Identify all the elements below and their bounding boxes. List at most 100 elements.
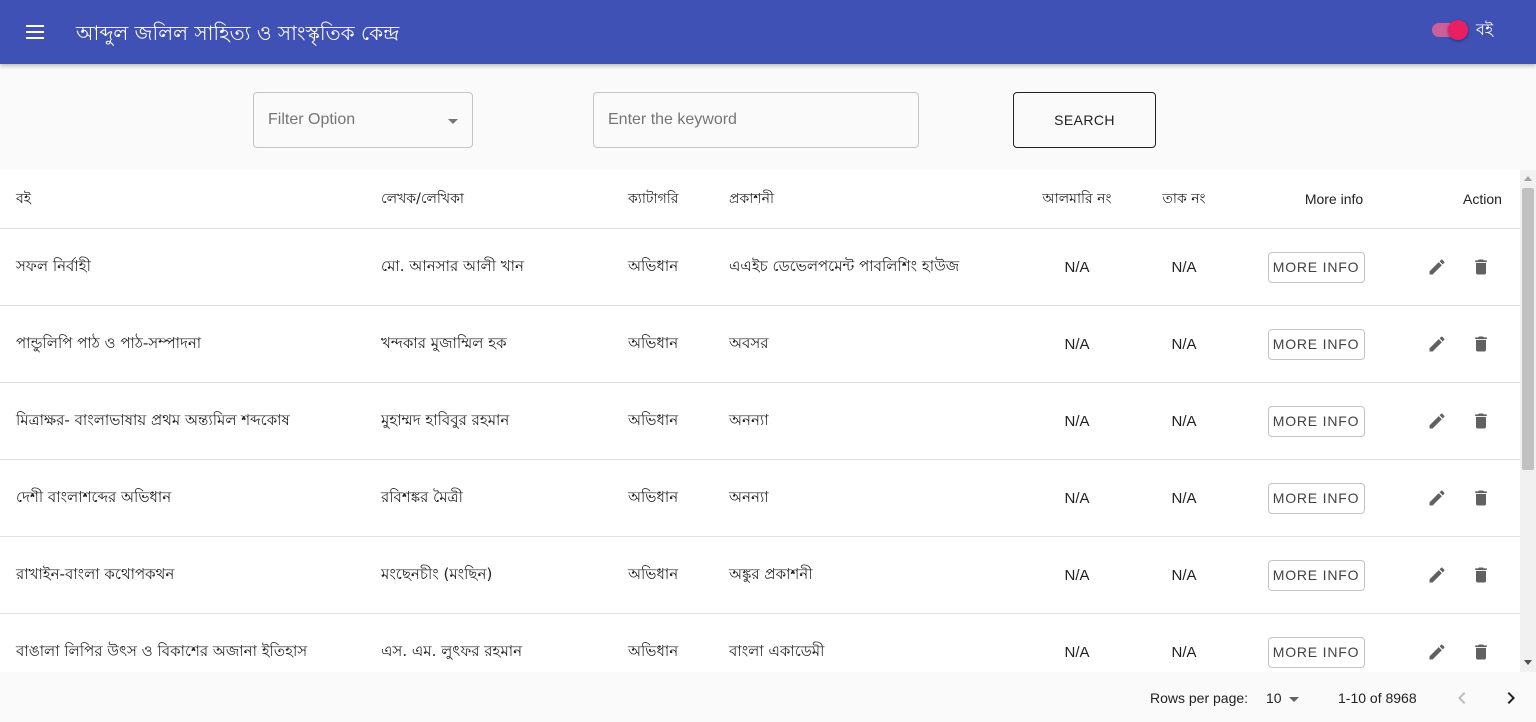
table-scrollbar[interactable] bbox=[1520, 170, 1536, 672]
books-table: বই লেখক/লেখিকা ক্যাটাগরি প্রকাশনী আলমারি… bbox=[0, 170, 1520, 672]
delete-button[interactable] bbox=[1467, 561, 1495, 589]
publisher-cell: অনন্যা bbox=[729, 487, 769, 506]
shelf-number-cell: N/A bbox=[1064, 412, 1090, 430]
delete-button[interactable] bbox=[1467, 330, 1495, 358]
delete-cell bbox=[1467, 306, 1495, 382]
delete-icon bbox=[1475, 413, 1487, 429]
book-title-cell: সফল নির্বাহী bbox=[16, 256, 91, 275]
publisher-cell: অনন্যা bbox=[729, 410, 769, 429]
edit-icon bbox=[1429, 490, 1445, 506]
category-cell: অভিধান bbox=[628, 564, 679, 583]
edit-button[interactable] bbox=[1423, 561, 1451, 589]
delete-cell bbox=[1467, 460, 1495, 536]
edit-icon bbox=[1429, 567, 1445, 583]
author-cell: এস. এম. লুৎফর রহমান bbox=[381, 641, 523, 660]
more-info-button[interactable]: MORE INFO bbox=[1267, 636, 1365, 668]
category-cell: অভিধান bbox=[628, 256, 679, 275]
shelf-number-cell: N/A bbox=[1064, 643, 1090, 661]
filter-option-select[interactable]: Filter Option bbox=[253, 92, 473, 148]
menu-icon[interactable] bbox=[24, 22, 48, 42]
book-title-cell: দেশী বাংলাশব্দের অভিধান bbox=[16, 487, 172, 506]
more-info-button[interactable]: MORE INFO bbox=[1267, 482, 1365, 514]
edit-icon bbox=[1429, 644, 1445, 660]
app-bar: আব্দুল জলিল সাহিত্য ও সাংস্কৃতিক কেন্দ্র… bbox=[0, 0, 1536, 64]
publisher-cell: অবসর bbox=[729, 333, 769, 352]
delete-icon bbox=[1475, 259, 1487, 275]
author-cell: রবিশঙ্কর মৈত্রী bbox=[381, 487, 463, 506]
delete-button[interactable] bbox=[1467, 253, 1495, 281]
toggle-thumb bbox=[1448, 20, 1468, 40]
edit-button[interactable] bbox=[1423, 638, 1451, 666]
table-pagination: Rows per page: 10 1-10 of 8968 bbox=[0, 672, 1536, 722]
column-header-publisher: প্রকাশনী bbox=[729, 191, 774, 207]
more-info-cell: MORE INFO bbox=[1266, 383, 1366, 459]
delete-button[interactable] bbox=[1467, 484, 1495, 512]
filter-option-placeholder: Filter Option bbox=[268, 111, 356, 128]
column-header-shelf: আলমারি নং bbox=[1042, 191, 1112, 207]
pagination-range: 1-10 of 8968 bbox=[1338, 690, 1417, 706]
edit-cell bbox=[1423, 229, 1451, 305]
delete-cell bbox=[1467, 383, 1495, 459]
previous-page-icon[interactable] bbox=[1450, 686, 1474, 710]
edit-cell bbox=[1423, 383, 1451, 459]
shelf-number-cell: N/A bbox=[1064, 566, 1090, 584]
delete-cell bbox=[1467, 229, 1495, 305]
delete-cell bbox=[1467, 614, 1495, 672]
more-info-button[interactable]: MORE INFO bbox=[1267, 328, 1365, 360]
edit-icon bbox=[1429, 413, 1445, 429]
table-row: দেশী বাংলাশব্দের অভিধান রবিশঙ্কর মৈত্রী অভ… bbox=[0, 460, 1520, 537]
more-info-cell: MORE INFO bbox=[1266, 537, 1366, 613]
scroll-down-arrow-icon[interactable] bbox=[1524, 660, 1532, 665]
category-cell: অভিধান bbox=[628, 333, 679, 352]
edit-button[interactable] bbox=[1423, 407, 1451, 435]
category-cell: অভিধান bbox=[628, 641, 679, 660]
publisher-cell: বাংলা একাডেমী bbox=[729, 641, 825, 660]
more-info-button[interactable]: MORE INFO bbox=[1267, 251, 1365, 283]
toggle-label: বই bbox=[1476, 20, 1494, 39]
more-info-cell: MORE INFO bbox=[1266, 306, 1366, 382]
column-header-category: ক্যাটাগরি bbox=[628, 191, 679, 207]
rack-number-cell: N/A bbox=[1171, 335, 1197, 353]
more-info-button[interactable]: MORE INFO bbox=[1267, 559, 1365, 591]
dropdown-arrow-icon bbox=[448, 119, 458, 124]
shelf-number-cell: N/A bbox=[1064, 489, 1090, 507]
edit-icon bbox=[1429, 336, 1445, 352]
edit-cell bbox=[1423, 614, 1451, 672]
shelf-number-cell: N/A bbox=[1064, 258, 1090, 276]
delete-button[interactable] bbox=[1467, 638, 1495, 666]
more-info-button[interactable]: MORE INFO bbox=[1267, 405, 1365, 437]
rows-per-page-select[interactable]: 10 bbox=[1266, 690, 1282, 706]
scrollbar-thumb[interactable] bbox=[1522, 188, 1534, 470]
author-cell: মংছেনচীং (মংছিন) bbox=[381, 564, 493, 583]
delete-icon bbox=[1475, 567, 1487, 583]
author-cell: মুহাম্মদ হাবিবুর রহমান bbox=[381, 410, 510, 429]
category-cell: অভিধান bbox=[628, 487, 679, 506]
publisher-cell: এএইচ ডেভেলপমেন্ট পাবলিশিং হাউজ bbox=[729, 256, 960, 275]
book-title-cell: বাঙালা লিপির উৎস ও বিকাশের অজানা ইতিহাস bbox=[16, 641, 308, 660]
edit-button[interactable] bbox=[1423, 253, 1451, 281]
table-header-row: বই লেখক/লেখিকা ক্যাটাগরি প্রকাশনী আলমারি… bbox=[0, 170, 1520, 229]
scroll-up-arrow-icon[interactable] bbox=[1524, 176, 1532, 181]
edit-button[interactable] bbox=[1423, 330, 1451, 358]
rack-number-cell: N/A bbox=[1171, 566, 1197, 584]
table-row: বাঙালা লিপির উৎস ও বিকাশের অজানা ইতিহাস এ… bbox=[0, 614, 1520, 672]
rack-number-cell: N/A bbox=[1171, 489, 1197, 507]
mode-toggle[interactable] bbox=[1430, 20, 1468, 40]
next-page-icon[interactable] bbox=[1499, 686, 1523, 710]
category-cell: অভিধান bbox=[628, 410, 679, 429]
more-info-cell: MORE INFO bbox=[1266, 614, 1366, 672]
edit-cell bbox=[1423, 537, 1451, 613]
edit-button[interactable] bbox=[1423, 484, 1451, 512]
book-title-cell: মিত্রাক্ষর- বাংলাভাষায় প্রথম অন্ত্যমিল … bbox=[16, 410, 290, 429]
edit-icon bbox=[1429, 259, 1445, 275]
publisher-cell: অঙ্কুর প্রকাশনী bbox=[729, 564, 813, 583]
delete-button[interactable] bbox=[1467, 407, 1495, 435]
rack-number-cell: N/A bbox=[1171, 643, 1197, 661]
column-header-book: বই bbox=[16, 191, 32, 207]
keyword-input[interactable] bbox=[593, 92, 919, 148]
search-button[interactable]: SEARCH bbox=[1013, 92, 1156, 148]
table-row: পান্ডুলিপি পাঠ ও পাঠ-সম্পাদনা খন্দকার মুজ… bbox=[0, 306, 1520, 383]
rows-per-page-arrow-icon[interactable] bbox=[1289, 697, 1299, 702]
delete-cell bbox=[1467, 537, 1495, 613]
author-cell: খন্দকার মুজাম্মিল হক bbox=[381, 333, 507, 352]
